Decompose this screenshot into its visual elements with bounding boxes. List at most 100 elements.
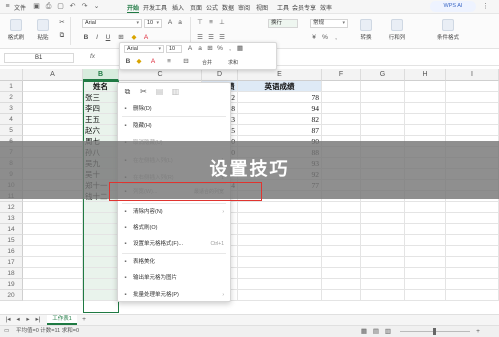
name-box[interactable]: B1 — [4, 53, 74, 63]
cell-i18[interactable] — [446, 268, 499, 279]
menu-file[interactable]: 文件 — [14, 3, 26, 12]
cell-f16[interactable] — [322, 246, 361, 257]
menu-tab-7[interactable]: 视图 — [256, 3, 268, 12]
context-menu-item[interactable]: ▪ 设置单元格格式(F)... Ctrl+1 — [118, 239, 230, 250]
cell-g19[interactable] — [361, 279, 405, 290]
more-menu-icon[interactable]: ⋮ — [481, 2, 490, 11]
more-icon[interactable]: ⌄ — [92, 2, 101, 11]
undo-icon[interactable]: ↶ — [68, 2, 77, 11]
cell-g17[interactable] — [361, 257, 405, 268]
cell-a20[interactable] — [23, 290, 83, 301]
cell-b15[interactable] — [83, 235, 119, 246]
cell-b2[interactable]: 张三 — [83, 92, 119, 103]
cell-h18[interactable] — [405, 268, 446, 279]
cell-g5[interactable] — [361, 125, 405, 136]
cell-b4[interactable]: 王五 — [83, 114, 119, 125]
column-header-h[interactable]: H — [405, 69, 446, 81]
format-painter-button[interactable]: 格式刷 — [5, 19, 27, 41]
cell-e2[interactable]: 78 — [238, 92, 322, 103]
percent-icon[interactable]: % — [321, 34, 329, 42]
cell-e17[interactable] — [238, 257, 322, 268]
cell-a4[interactable] — [23, 114, 83, 125]
cell-h13[interactable] — [405, 213, 446, 224]
mini-font-color-icon[interactable]: A — [149, 58, 157, 66]
cell-a19[interactable] — [23, 279, 83, 290]
mini-bold-icon[interactable]: B — [124, 58, 132, 66]
row-header[interactable]: 3 — [0, 103, 23, 114]
currency-icon[interactable]: ¥ — [310, 34, 318, 42]
italic-icon[interactable]: I — [93, 34, 101, 42]
cell-e4[interactable]: 82 — [238, 114, 322, 125]
row-col-button[interactable]: 行和列 — [384, 19, 410, 41]
menu-tab-8[interactable]: 工具 — [277, 3, 289, 12]
row-header[interactable]: 4 — [0, 114, 23, 125]
mini-align-icon[interactable]: ≡ — [165, 58, 173, 66]
mini-font-name-select[interactable]: Arial ▾ — [124, 45, 164, 53]
select-all-corner[interactable] — [0, 69, 23, 81]
cell-a14[interactable] — [23, 224, 83, 235]
cell-g13[interactable] — [361, 213, 405, 224]
column-header-b[interactable]: B — [83, 69, 119, 81]
cell-f19[interactable] — [322, 279, 361, 290]
view-normal-icon[interactable]: ▦ — [360, 328, 368, 336]
cell-f1[interactable] — [322, 81, 361, 92]
menu-tab-6[interactable]: 审阅 — [238, 3, 250, 12]
mini-font-grow-icon[interactable]: A — [186, 45, 194, 53]
row-header[interactable]: 16 — [0, 246, 23, 257]
cell-f12[interactable] — [322, 202, 361, 213]
last-sheet-icon[interactable]: ▸| — [34, 316, 42, 324]
cell-e15[interactable] — [238, 235, 322, 246]
cell-h3[interactable] — [405, 103, 446, 114]
mini-merge-button[interactable]: 合并 — [202, 59, 212, 66]
cell-i4[interactable] — [446, 114, 499, 125]
cell-i12[interactable] — [446, 202, 499, 213]
mini-percent-icon[interactable]: % — [216, 45, 224, 53]
cut-icon[interactable]: ✂ — [58, 19, 66, 27]
cell-i14[interactable] — [446, 224, 499, 235]
cell-h5[interactable] — [405, 125, 446, 136]
cell-i3[interactable] — [446, 103, 499, 114]
cell-b1[interactable]: 姓名 — [83, 81, 119, 92]
cell-a16[interactable] — [23, 246, 83, 257]
cell-a13[interactable] — [23, 213, 83, 224]
mini-fill-icon[interactable]: ▦ — [236, 45, 244, 53]
mini-border2-icon[interactable]: ⊟ — [182, 58, 190, 66]
convert-button[interactable]: 转换 — [355, 19, 377, 41]
menu-tab-0[interactable]: 开始 — [127, 3, 140, 13]
menu-tab-10[interactable]: 效率 — [320, 3, 332, 12]
conditional-format-button[interactable]: 条件格式 — [432, 19, 464, 41]
cell-b18[interactable] — [83, 268, 119, 279]
print-icon[interactable]: ⎙ — [44, 2, 53, 11]
number-format-select[interactable]: 常规 ▾ — [310, 19, 348, 28]
mini-font-shrink-icon[interactable]: a — [196, 45, 204, 53]
cell-f2[interactable] — [322, 92, 361, 103]
cell-e3[interactable]: 94 — [238, 103, 322, 114]
row-header[interactable]: 20 — [0, 290, 23, 301]
cell-f18[interactable] — [322, 268, 361, 279]
cell-b14[interactable] — [83, 224, 119, 235]
cell-i5[interactable] — [446, 125, 499, 136]
cell-e20[interactable] — [238, 290, 322, 301]
border-icon[interactable]: ⊞ — [117, 34, 125, 42]
column-header-c[interactable]: C — [119, 69, 202, 81]
cut-icon[interactable]: ✂ — [138, 86, 149, 97]
cell-g2[interactable] — [361, 92, 405, 103]
row-header[interactable]: 1 — [0, 81, 23, 92]
cell-e5[interactable]: 87 — [238, 125, 322, 136]
cell-h4[interactable] — [405, 114, 446, 125]
cell-h1[interactable] — [405, 81, 446, 92]
context-menu-item[interactable]: ▪ 删除(D) — [118, 104, 230, 115]
cell-a17[interactable] — [23, 257, 83, 268]
cell-i1[interactable] — [446, 81, 499, 92]
wrap-text-button[interactable]: 换行 — [268, 19, 298, 28]
cell-f13[interactable] — [322, 213, 361, 224]
cell-f15[interactable] — [322, 235, 361, 246]
cell-g12[interactable] — [361, 202, 405, 213]
cell-f3[interactable] — [322, 103, 361, 114]
fx-icon[interactable]: fx — [90, 53, 95, 60]
copy-icon[interactable]: ⧉ — [122, 86, 133, 97]
cell-f5[interactable] — [322, 125, 361, 136]
mini-font-size-select[interactable]: 10 — [166, 45, 182, 53]
cell-a15[interactable] — [23, 235, 83, 246]
sheet-tab[interactable]: 工作表1 — [47, 315, 77, 325]
